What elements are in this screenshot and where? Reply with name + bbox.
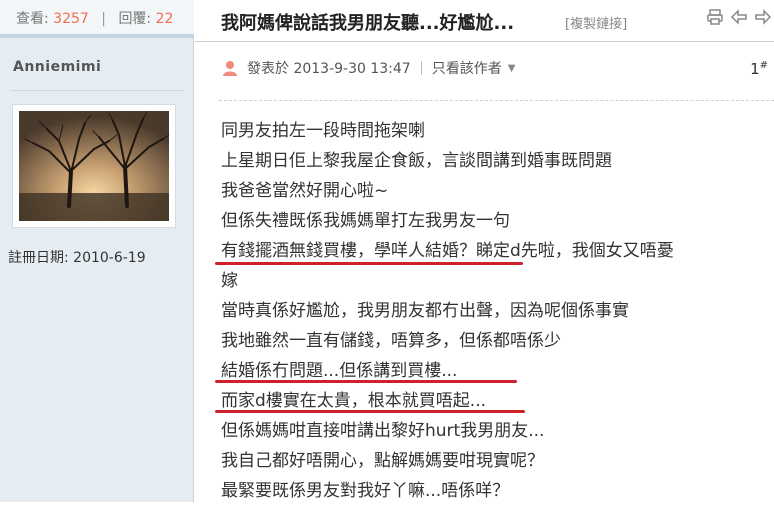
post-line: 同男友拍左一段時間拖架喇 bbox=[221, 121, 425, 141]
thread-title: 我阿媽俾說話我男朋友聽...好尷尬... bbox=[221, 13, 515, 34]
post-line: 但係媽媽咁直接咁講出黎好hurt我男朋友... bbox=[221, 421, 545, 441]
sidebar-divider bbox=[10, 90, 184, 91]
post-line: 我爸爸當然好開心啦~ bbox=[221, 181, 389, 201]
views-label: 查看: bbox=[16, 11, 49, 27]
post-divider bbox=[219, 100, 774, 101]
avatar[interactable] bbox=[12, 104, 176, 228]
highlight-underline bbox=[215, 410, 525, 413]
post-timestamp: 發表於 2013-9-30 13:47 bbox=[247, 61, 411, 77]
avatar-tree-image bbox=[19, 111, 169, 221]
post-line: 上星期日佢上黎我屋企食飯，言談間講到婚事既問題 bbox=[221, 151, 612, 171]
chevron-down-icon[interactable]: ▼ bbox=[508, 63, 516, 74]
floor-number: 1 bbox=[750, 60, 760, 78]
highlight-underline bbox=[215, 380, 517, 383]
highlight-underline bbox=[215, 262, 523, 265]
post-line: 但係失禮既係我媽媽單打左我男友一句 bbox=[221, 211, 510, 231]
post-floor-number[interactable]: 1# bbox=[750, 60, 768, 78]
replies-count: 22 bbox=[155, 11, 174, 27]
only-author-link[interactable]: 只看該作者 bbox=[432, 58, 502, 78]
meta-separator bbox=[420, 61, 422, 75]
thread-header: 我阿媽俾說話我男朋友聽...好尷尬... [複製鏈接] bbox=[195, 0, 774, 42]
copy-link-button[interactable]: [複製鏈接] bbox=[565, 13, 627, 32]
print-icon[interactable] bbox=[706, 8, 724, 26]
registration-date: 註冊日期: 2010-6-19 bbox=[8, 250, 146, 266]
next-thread-icon[interactable] bbox=[754, 8, 772, 26]
prev-thread-icon[interactable] bbox=[730, 8, 748, 26]
views-count: 3257 bbox=[53, 11, 89, 27]
stats-separator: | bbox=[101, 11, 106, 27]
replies-label: 回覆: bbox=[118, 11, 152, 27]
author-sidebar: 查看: 3257 | 回覆: 22 Anniemimi 註冊日期: 2010-6… bbox=[0, 0, 194, 502]
post-meta: 發表於 2013-9-30 13:47 只看該作者 ▼ bbox=[221, 58, 515, 78]
post-line: 當時真係好尷尬，我男朋友都冇出聲，因為呢個係事實 bbox=[221, 301, 629, 321]
post-line: 我自己都好唔開心，點解媽媽要咁現實呢？ bbox=[221, 451, 544, 471]
post-line: 嫁 bbox=[221, 271, 238, 291]
post-line: 我地雖然一直有儲錢，唔算多，但係都唔係少 bbox=[221, 331, 561, 351]
author-name[interactable]: Anniemimi bbox=[13, 59, 101, 75]
floor-mark: # bbox=[759, 60, 768, 71]
thread-stats: 查看: 3257 | 回覆: 22 bbox=[0, 0, 194, 38]
post-area: 我阿媽俾說話我男朋友聽...好尷尬... [複製鏈接] 發表於 2013-9-3… bbox=[195, 0, 774, 502]
header-icons bbox=[706, 8, 772, 26]
post-content: 同男友拍左一段時間拖架喇 上星期日佢上黎我屋企食飯，言談間講到婚事既問題 我爸爸… bbox=[221, 116, 774, 506]
user-online-icon bbox=[221, 59, 239, 77]
